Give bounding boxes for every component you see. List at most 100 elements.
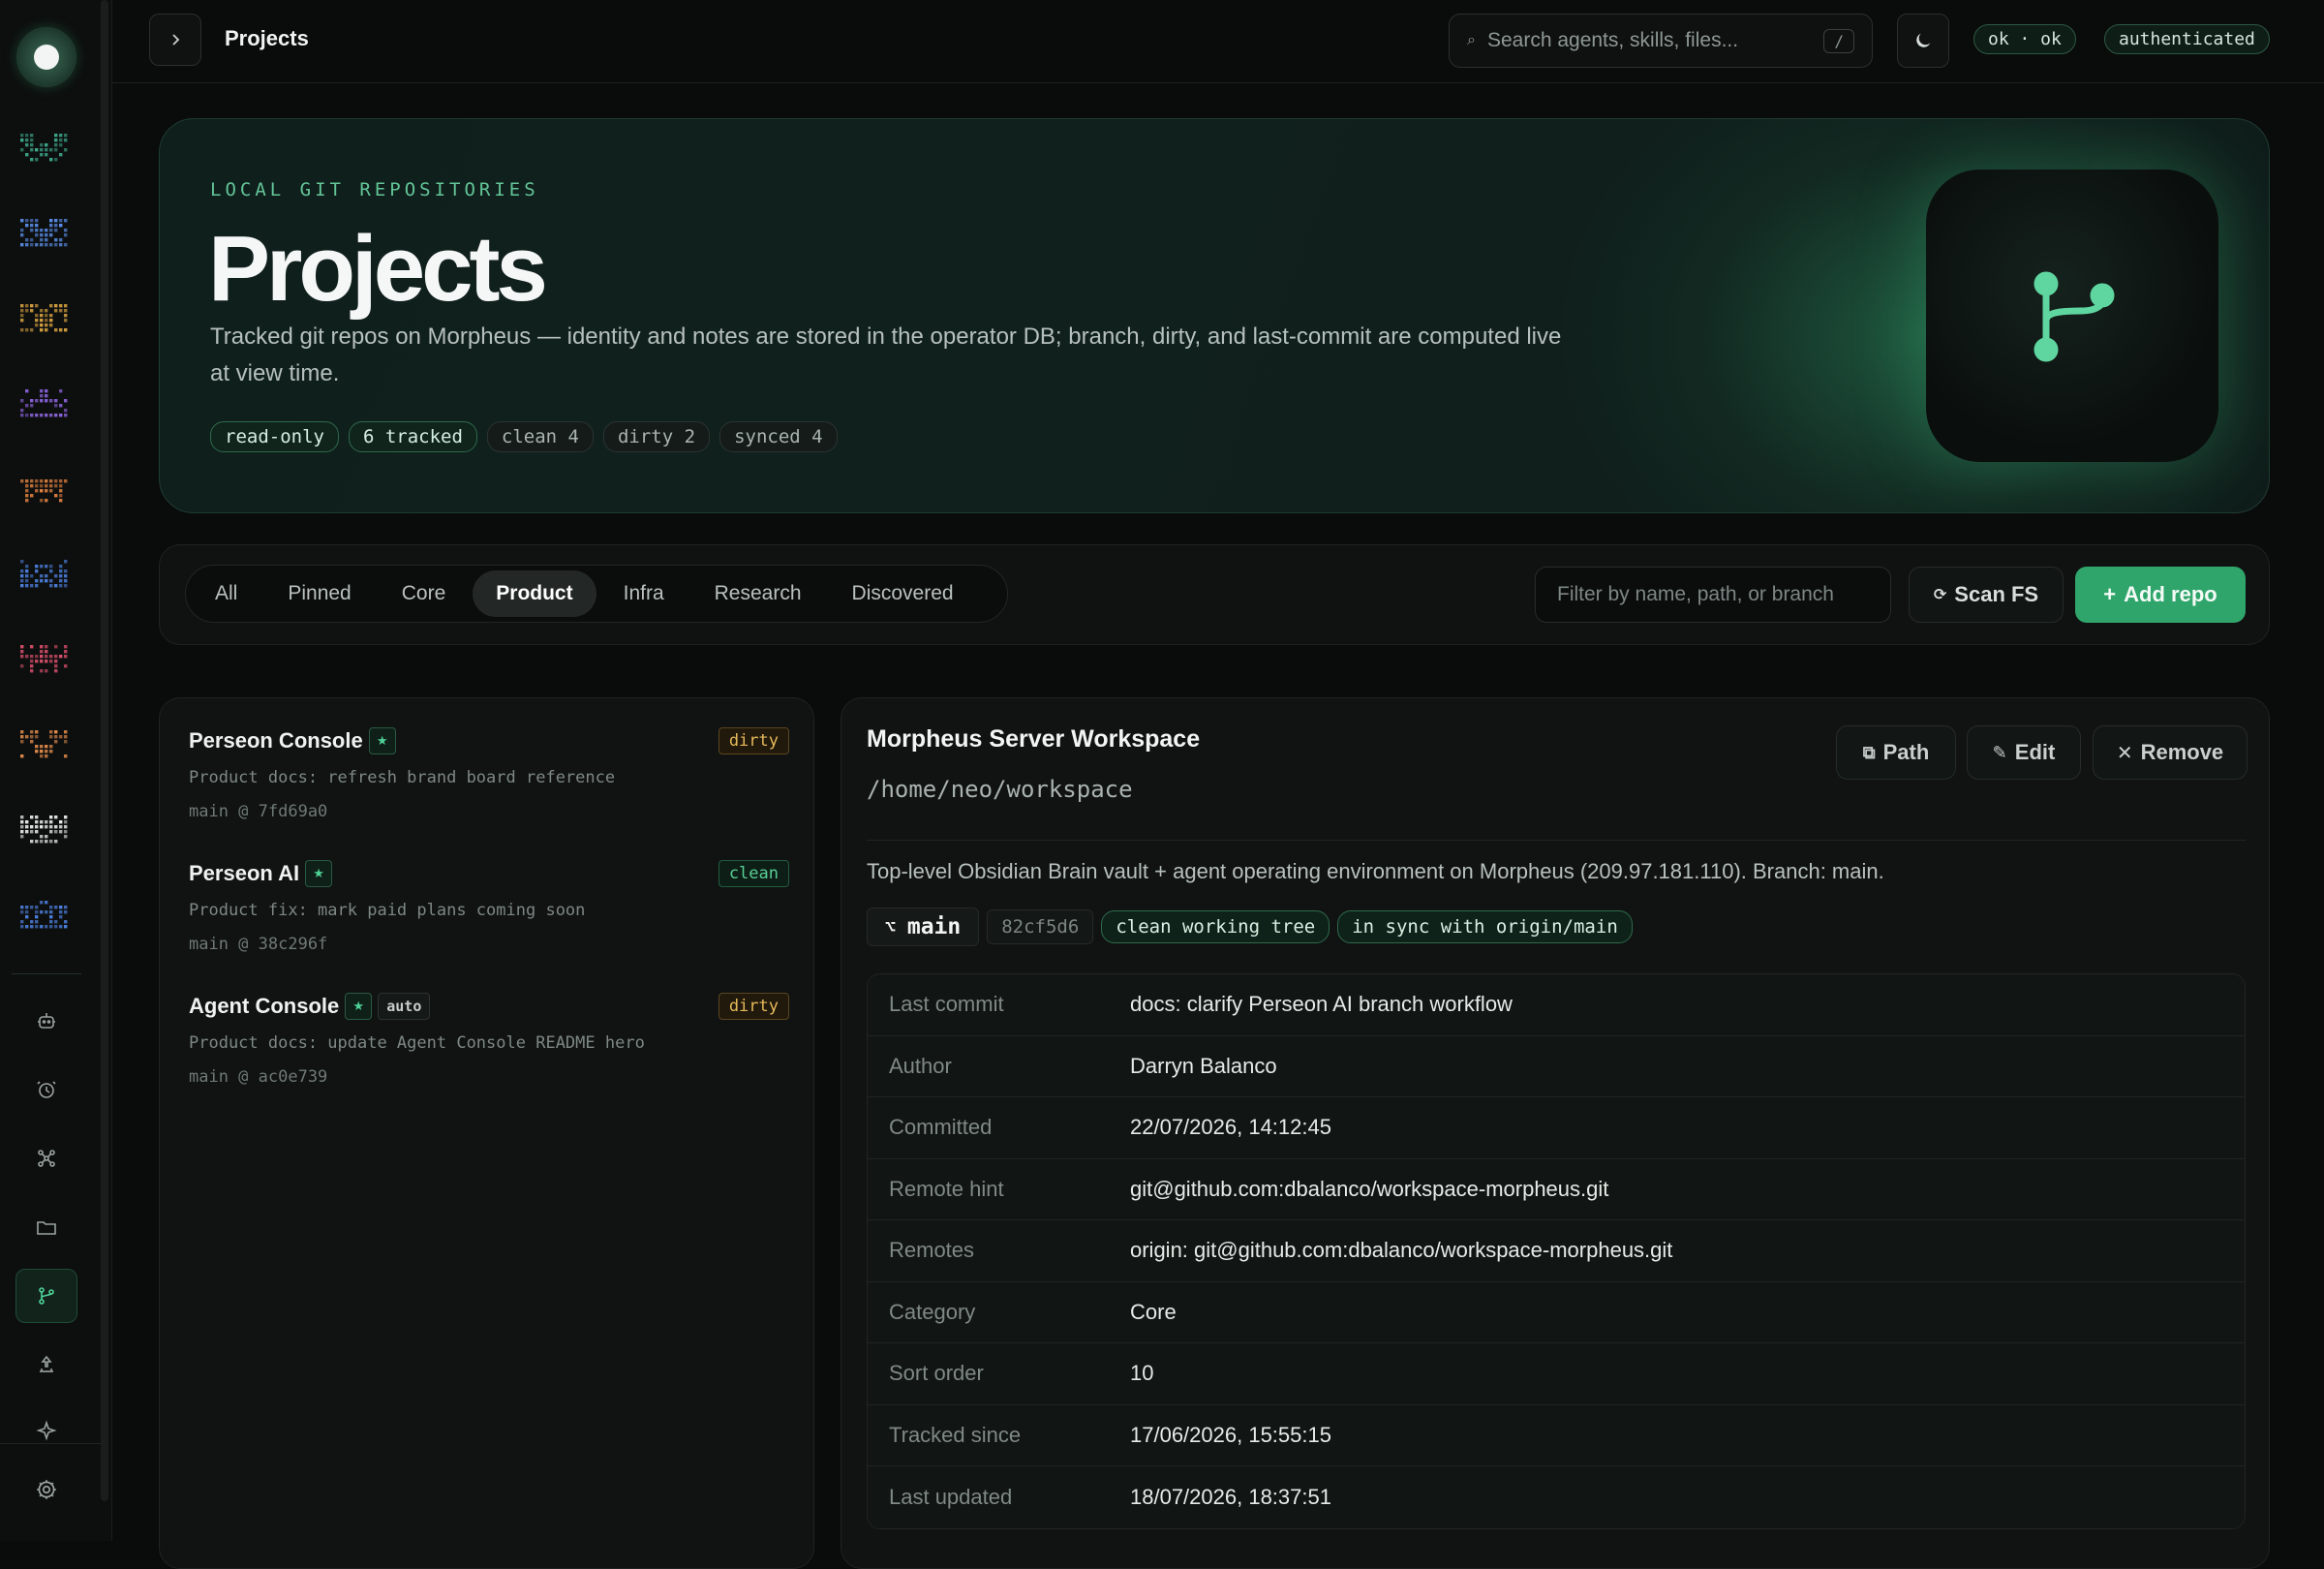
property-row: Last commit docs: clarify Perseon AI bra…: [868, 974, 2245, 1036]
commit-sha: 82cf5d6: [987, 909, 1094, 944]
scan-fs-button[interactable]: ⟳ Scan FS: [1909, 567, 2064, 623]
expand-sidebar-button[interactable]: [149, 14, 201, 66]
git-branch-icon: [39, 1287, 54, 1305]
agent-avatar-icon: [20, 304, 68, 332]
repo-item-agent-console[interactable]: Agent Console ★ auto dirty Product docs:…: [189, 993, 789, 1109]
tab-infra[interactable]: Infra: [600, 570, 688, 617]
property-row: Committed 22/07/2026, 14:12:45: [868, 1097, 2245, 1159]
sidebar-item-skills[interactable]: [15, 1404, 77, 1459]
chevron-right-icon: [172, 34, 180, 46]
property-value: 10: [1130, 1361, 1154, 1386]
sidebar-agent-4[interactable]: [17, 384, 72, 426]
property-value: 17/06/2026, 15:55:15: [1130, 1422, 1331, 1447]
agent-avatar-icon: [20, 645, 68, 673]
pinned-star-icon: ★: [345, 993, 373, 1020]
branch-badge: ⌥ main: [867, 908, 980, 946]
sidebar-agent-3[interactable]: [17, 298, 72, 341]
hero-stats: read-only 6 tracked clean 4 dirty 2 sync…: [210, 421, 838, 452]
sidebar-item-graph[interactable]: [15, 1131, 77, 1185]
sidebar: [0, 0, 112, 1541]
hero-badge: [1926, 169, 2218, 462]
auto-tag: auto: [378, 993, 431, 1020]
hero-eyebrow: LOCAL GIT REPOSITORIES: [210, 179, 539, 200]
tab-product[interactable]: Product: [473, 570, 596, 617]
network-icon: [38, 1150, 55, 1167]
sidebar-agent-6[interactable]: [17, 554, 72, 597]
remove-repo-button[interactable]: ✕ Remove: [2093, 725, 2248, 780]
property-key: Author: [889, 1053, 952, 1078]
upload-icon: [40, 1355, 53, 1372]
theme-toggle-button[interactable]: [1897, 14, 1949, 68]
app-logo[interactable]: [18, 29, 75, 85]
plus-icon: +: [2103, 582, 2117, 606]
sidebar-item-settings[interactable]: [15, 1462, 77, 1517]
sidebar-agent-2[interactable]: [17, 213, 72, 256]
tab-all[interactable]: All: [192, 570, 260, 617]
branch-symbol-icon: ⌥: [885, 916, 896, 938]
sidebar-item-agents[interactable]: [15, 994, 77, 1048]
tab-discovered[interactable]: Discovered: [829, 570, 977, 617]
agent-avatar-icon: [20, 219, 68, 247]
sidebar-item-projects[interactable]: [15, 1269, 77, 1323]
copy-icon: ⧉: [1862, 742, 1876, 762]
property-row: Last updated 18/07/2026, 18:37:51: [868, 1466, 2245, 1528]
branch-name: main: [906, 914, 962, 939]
repo-item-perseon-ai[interactable]: Perseon AI ★ clean Product fix: mark pai…: [189, 860, 789, 976]
pinned-star-icon: ★: [368, 727, 396, 754]
repo-last-commit: Product docs: update Agent Console READM…: [189, 1033, 645, 1053]
repo-item-perseon-console[interactable]: Perseon Console ★ dirty Product docs: re…: [189, 727, 789, 844]
repo-detail-path: /home/neo/workspace: [867, 776, 1133, 803]
repo-properties-table: Last commit docs: clarify Perseon AI bra…: [867, 973, 2246, 1529]
property-value: 22/07/2026, 14:12:45: [1130, 1115, 1331, 1140]
sidebar-scrollbar[interactable]: [101, 0, 108, 1501]
settings-icon: [37, 1480, 56, 1499]
repo-detail-panel: Morpheus Server Workspace /home/neo/work…: [841, 697, 2270, 1569]
filter-bar: All Pinned Core Product Infra Research D…: [159, 544, 2270, 645]
hero-description: Tracked git repos on Morpheus — identity…: [210, 323, 1562, 386]
agent-avatar-icon: [20, 901, 68, 929]
synced-count-chip: synced 4: [719, 421, 838, 452]
sidebar-item-schedules[interactable]: [15, 1062, 77, 1117]
property-key: Remotes: [889, 1238, 975, 1263]
add-repo-button[interactable]: + Add repo: [2075, 567, 2246, 623]
property-value: Darryn Balanco: [1130, 1053, 1277, 1078]
copy-path-button[interactable]: ⧉ Path: [1836, 725, 1956, 780]
agent-avatar-icon: [20, 815, 68, 844]
sidebar-item-files[interactable]: [15, 1200, 77, 1254]
hero-banner: LOCAL GIT REPOSITORIES Projects Tracked …: [159, 118, 2270, 513]
repo-filter-input[interactable]: [1535, 567, 1891, 623]
sidebar-agent-5[interactable]: [17, 469, 72, 511]
global-search[interactable]: ⌕ /: [1449, 14, 1873, 68]
sidebar-item-deploy[interactable]: [15, 1338, 77, 1392]
tab-research[interactable]: Research: [691, 570, 825, 617]
add-repo-label: Add repo: [2124, 582, 2217, 606]
repo-last-commit: Product fix: mark paid plans coming soon: [189, 901, 586, 920]
tab-core[interactable]: Core: [379, 570, 470, 617]
copy-path-label: Path: [1882, 740, 1930, 764]
edit-label: Edit: [2014, 740, 2056, 764]
property-row: Category Core: [868, 1281, 2245, 1343]
robot-icon: [38, 1013, 55, 1029]
property-row: Remotes origin: git@github.com:dbalanco/…: [868, 1220, 2245, 1282]
clock-icon: [37, 1081, 56, 1098]
sidebar-agent-10[interactable]: [17, 895, 72, 938]
repo-last-commit: Product docs: refresh brand board refere…: [189, 768, 616, 787]
tab-pinned[interactable]: Pinned: [264, 570, 374, 617]
folder-icon: [37, 1221, 56, 1235]
edit-repo-button[interactable]: ✎ Edit: [1967, 725, 2081, 780]
readonly-chip: read-only: [210, 421, 339, 452]
sidebar-bottom-divider: [0, 1443, 101, 1444]
repo-description: Top-level Obsidian Brain vault + agent o…: [867, 859, 1884, 883]
repo-status-badge: dirty: [718, 993, 789, 1020]
property-key: Sort order: [889, 1361, 984, 1386]
property-key: Last commit: [889, 992, 1004, 1017]
sidebar-agent-8[interactable]: [17, 724, 72, 767]
property-key: Last updated: [889, 1484, 1013, 1509]
sidebar-agent-9[interactable]: [17, 810, 72, 852]
refresh-icon: ⟳: [1933, 587, 1947, 603]
tree-status-badge: clean working tree: [1101, 910, 1330, 943]
sidebar-agent-1[interactable]: [17, 128, 72, 170]
sidebar-divider: [12, 973, 81, 974]
search-input[interactable]: [1486, 29, 1824, 52]
sidebar-agent-7[interactable]: [17, 639, 72, 682]
